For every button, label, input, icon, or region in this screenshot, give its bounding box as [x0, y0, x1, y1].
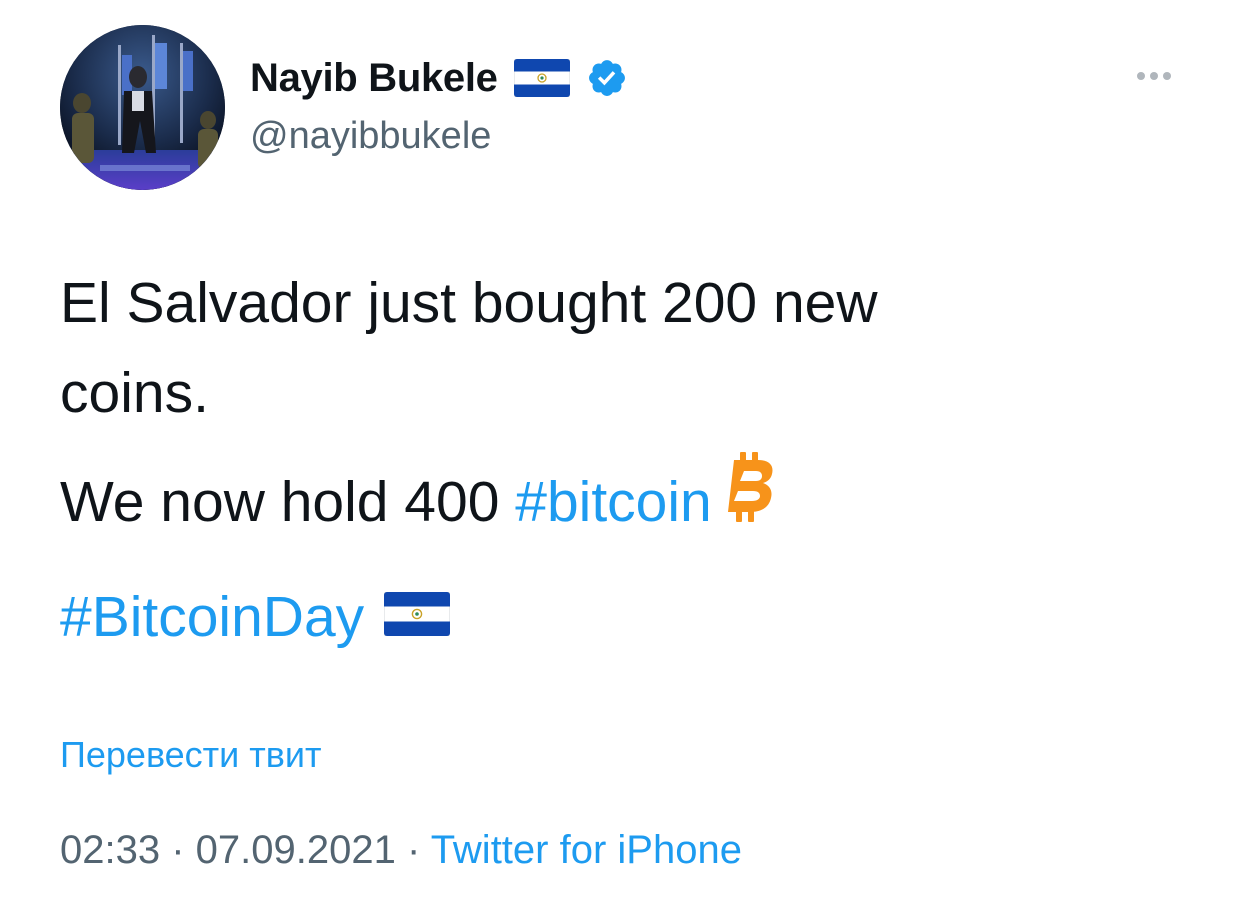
tweet-text-line: coins.	[60, 361, 209, 425]
author-handle[interactable]: @nayibbukele	[250, 115, 491, 158]
meta-separator: ·	[160, 828, 196, 872]
tweet-text-line: #BitcoinDay	[60, 572, 451, 666]
hashtag-bitcoinday-link[interactable]: #BitcoinDay	[60, 585, 364, 649]
verified-badge-icon	[586, 57, 628, 99]
meta-separator: ·	[395, 828, 431, 872]
el-salvador-flag-icon	[383, 572, 451, 662]
avatar[interactable]	[60, 25, 225, 190]
more-dot	[1163, 72, 1171, 80]
bitcoin-icon	[726, 450, 778, 550]
tweet-text-segment: We now hold 400	[60, 470, 516, 535]
translate-tweet-link[interactable]: Перевести твит	[60, 734, 322, 776]
tweet-meta: 02:33 · 07.09.2021 · Twitter for iPhone	[60, 828, 742, 873]
more-options-button[interactable]	[1128, 64, 1180, 88]
tweet-text-line: We now hold 400 #bitcoin	[60, 452, 778, 556]
more-dot	[1137, 72, 1145, 80]
author-name-row: Nayib Bukele	[250, 52, 628, 104]
tweet-source-link[interactable]: Twitter for iPhone	[431, 828, 742, 872]
tweet-date[interactable]: 07.09.2021	[196, 828, 396, 872]
el-salvador-flag-icon	[513, 59, 570, 97]
tweet-time[interactable]: 02:33	[60, 828, 160, 872]
tweet-text-line: El Salvador just bought 200 new	[60, 271, 878, 335]
more-dot	[1150, 72, 1158, 80]
hashtag-bitcoin-link[interactable]: #bitcoin	[515, 470, 711, 534]
author-display-name[interactable]: Nayib Bukele	[250, 56, 498, 101]
avatar-photo	[60, 25, 225, 190]
